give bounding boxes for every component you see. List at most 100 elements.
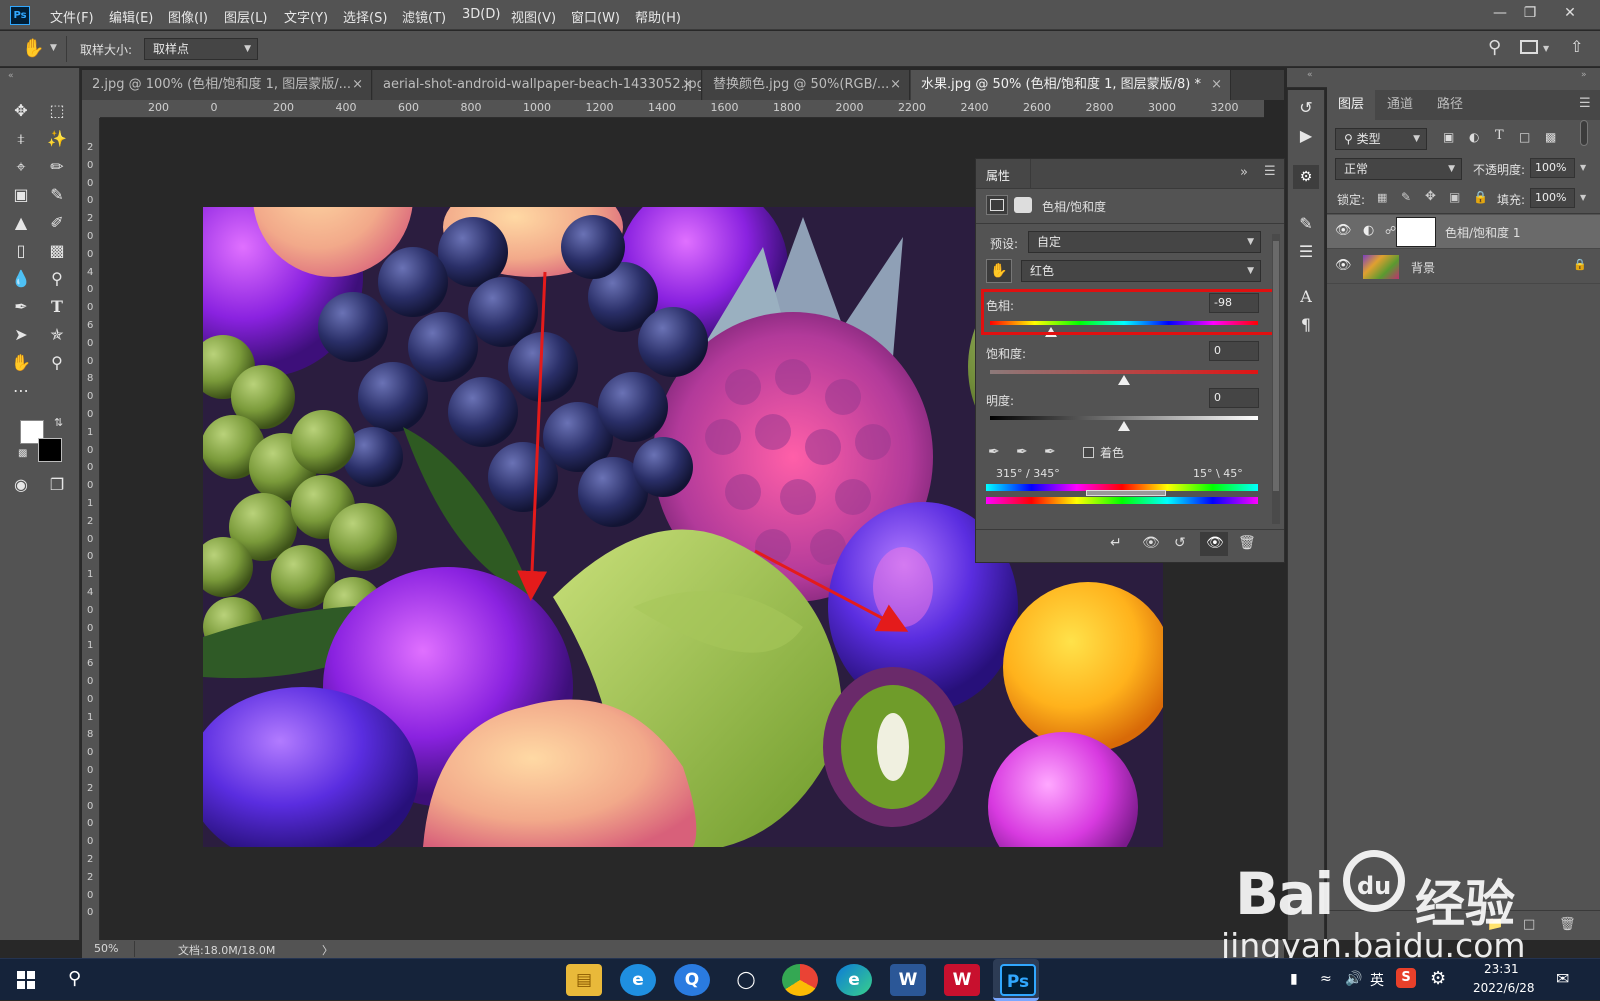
range-slider[interactable] [1086,490,1166,496]
default-colors-icon[interactable]: ▩ [18,448,27,459]
share-icon[interactable]: ⇧ [1570,37,1583,56]
hand-tool-icon[interactable]: ✋ [22,38,44,59]
preset-select[interactable]: 自定 ▼ [1028,231,1261,253]
zoom-tool-icon[interactable]: ⚲ [44,351,70,375]
shape-filter-icon[interactable]: □ [1519,130,1530,144]
tab-channels[interactable]: 通道 [1375,90,1425,120]
menu-3d[interactable]: 3D(D) [462,7,500,22]
lightness-slider-track[interactable] [990,416,1258,420]
sample-size-select[interactable]: 取样点 ▼ [144,38,258,60]
eyedropper-plus-icon[interactable]: ✒ [1016,444,1028,460]
view-previous-icon[interactable]: 👁 [1142,535,1160,551]
input-language[interactable]: 英 [1370,970,1384,990]
move-tool-icon[interactable]: ✥ [8,99,34,123]
expand-icon[interactable]: » [1240,165,1248,180]
layer-row-adjustment[interactable]: 👁 ◐ ☍ 色相/饱和度 1 [1327,215,1600,249]
crop-tool-icon[interactable]: ⌖ [8,155,34,179]
panel-menu-icon[interactable]: ☰ [1579,96,1591,111]
qq-icon[interactable]: ◯ [728,964,764,996]
layer-mask-thumbnail[interactable] [1396,217,1436,247]
collapse-icon[interactable]: « [1307,70,1313,80]
layer-thumbnail[interactable] [1363,255,1399,279]
sogou-icon[interactable]: S [1396,968,1416,988]
saturation-input[interactable]: 0 [1209,341,1259,361]
smart-object-filter-icon[interactable]: ▩ [1545,130,1556,144]
chevron-down-icon[interactable]: ▼ [50,43,57,53]
saturation-slider-track[interactable] [990,370,1258,374]
close-icon[interactable]: ✕ [1555,2,1585,24]
chrome-icon[interactable] [782,964,818,996]
tab-document-2[interactable]: aerial-shot-android-wallpaper-beach-1433… [373,70,702,100]
ie-browser-icon[interactable]: e [620,964,656,996]
expand-icon[interactable]: » [1581,70,1587,80]
file-explorer-icon[interactable]: ▤ [566,964,602,996]
clock-time[interactable]: 23:31 [1484,962,1519,976]
lock-position-icon[interactable]: ✥ [1425,189,1436,204]
close-icon[interactable]: × [352,70,363,100]
tab-paths[interactable]: 路径 [1425,90,1475,120]
menu-type[interactable]: 文字(Y) [284,7,328,26]
panel-menu-icon[interactable]: ☰ [1264,164,1276,179]
menu-view[interactable]: 视图(V) [511,7,556,26]
paragraph-icon[interactable]: ¶ [1293,313,1319,337]
actions-play-icon[interactable]: ▶ [1293,124,1319,148]
link-icon[interactable]: ☍ [1385,224,1396,237]
chevron-down-icon[interactable]: ▼ [1543,44,1549,53]
filter-toggle[interactable] [1580,120,1588,146]
clip-to-layer-icon[interactable]: ↵ [1110,535,1122,551]
lock-pixels-icon[interactable]: ✎ [1401,190,1411,204]
search-app-icon[interactable]: Q [674,964,710,996]
saturation-slider-thumb[interactable] [1118,375,1130,385]
menu-select[interactable]: 选择(S) [343,7,387,26]
colorize-checkbox[interactable] [1083,447,1094,458]
layer-name[interactable]: 色相/饱和度 1 [1445,224,1521,241]
swap-colors-icon[interactable]: ⇅ [54,416,63,429]
eraser-tool-icon[interactable]: ▯ [8,239,34,263]
windows-start-icon[interactable] [17,971,35,989]
zoom-level[interactable]: 50% [94,942,118,955]
pen-tool-icon[interactable]: ✒ [8,295,34,319]
word-icon[interactable]: W [890,964,926,996]
gradient-tool-icon[interactable]: ▩ [44,239,70,263]
eye-icon[interactable]: 👁 [1335,223,1352,238]
marquee-tool-icon[interactable]: ⬚ [44,99,70,123]
lightness-slider-thumb[interactable] [1118,421,1130,431]
lock-artboard-icon[interactable]: ▣ [1449,190,1460,204]
adjustments-icon[interactable]: ☰ [1293,240,1319,264]
hand-tool-icon[interactable]: ✋ [8,351,34,375]
chevron-down-icon[interactable]: ▼ [1580,193,1586,202]
scrollbar-thumb[interactable] [1273,241,1279,491]
eye-icon[interactable]: 👁 [1335,258,1352,273]
opacity-input[interactable]: 100% [1530,158,1575,178]
type-filter-icon[interactable]: T [1495,128,1504,143]
close-icon[interactable]: × [1211,70,1222,100]
more-tools-icon[interactable]: ⋯ [8,379,34,403]
adjustment-filter-icon[interactable]: ◐ [1469,130,1479,144]
photoshop-app-icon[interactable]: Ps [1000,964,1036,996]
chevron-down-icon[interactable]: ▼ [1580,163,1586,172]
notification-icon[interactable]: ✉ [1556,969,1569,988]
channel-select[interactable]: 红色 ▼ [1021,260,1261,282]
menu-help[interactable]: 帮助(H) [635,7,681,26]
layer-name[interactable]: 背景 [1411,259,1435,276]
eyedropper-minus-icon[interactable]: ✒ [1044,444,1056,460]
menu-image[interactable]: 图像(I) [168,7,208,26]
clock-date[interactable]: 2022/6/28 [1473,981,1535,995]
layer-row-background[interactable]: 👁 背景 🔒 [1327,250,1600,284]
lock-all-icon[interactable]: 🔒 [1473,190,1488,204]
stamp-tool-icon[interactable]: ▲ [8,211,34,235]
minimize-icon[interactable]: — [1485,2,1515,24]
brush-tool-icon[interactable]: ✎ [44,183,70,207]
properties-icon[interactable]: ⚙ [1293,165,1319,189]
wifi-icon[interactable]: ≈ [1320,971,1332,987]
tab-document-3[interactable]: 替换颜色.jpg @ 50%(RGB/... × [703,70,910,100]
menu-layer[interactable]: 图层(L) [224,7,267,26]
dodge-tool-icon[interactable]: ⚲ [44,267,70,291]
restore-icon[interactable]: ❐ [1515,2,1545,24]
quick-mask-icon[interactable]: ◉ [8,473,34,497]
mask-icon[interactable] [1014,197,1032,213]
type-tool-icon[interactable]: T [44,295,70,319]
magic-wand-icon[interactable]: ✨ [44,127,70,151]
reset-icon[interactable]: ↺ [1174,535,1186,551]
lightness-input[interactable]: 0 [1209,388,1259,408]
